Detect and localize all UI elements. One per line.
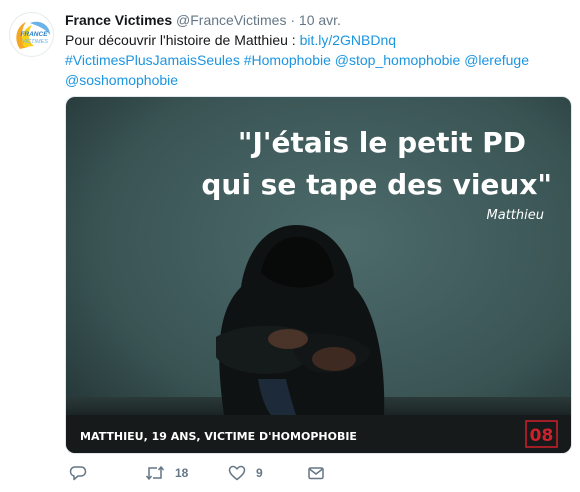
heart-icon bbox=[228, 465, 246, 481]
hashtag-homophobie[interactable]: #Homophobie bbox=[244, 52, 331, 68]
quote-line-1: "J'étais le petit PD bbox=[238, 126, 526, 159]
like-count: 9 bbox=[256, 466, 263, 480]
like-button[interactable]: 9 bbox=[228, 463, 263, 483]
mention-lerefuge[interactable]: @lerefuge bbox=[464, 52, 529, 68]
tweet-intro-text: Pour découvrir l'histoire de Matthieu : bbox=[65, 32, 300, 48]
author-name[interactable]: France Victimes bbox=[65, 12, 172, 28]
tweet-header: France Victimes @FranceVictimes · 10 avr… bbox=[65, 11, 341, 29]
france-victimes-logo: FRANCE VICTIMES bbox=[16, 21, 50, 49]
caption-text: MATTHIEU, 19 ANS, VICTIME D'HOMOPHOBIE bbox=[80, 430, 357, 443]
header-separator: · bbox=[290, 12, 296, 28]
mention-soshomophobie[interactable]: @soshomophobie bbox=[65, 72, 178, 88]
quote-attribution: Matthieu bbox=[487, 208, 544, 223]
tweet-media[interactable]: "J'étais le petit PD qui se tape des vie… bbox=[65, 96, 572, 454]
hashtag-victimes[interactable]: #VictimesPlusJamaisSeules bbox=[65, 52, 240, 68]
direct-message-button[interactable] bbox=[307, 463, 325, 483]
media-image: "J'étais le petit PD qui se tape des vie… bbox=[66, 97, 571, 453]
quote-line-2: qui se tape des vieux" bbox=[201, 168, 552, 201]
tweet-link[interactable]: bit.ly/2GNBDnq bbox=[300, 32, 396, 48]
tweet-actions: 18 9 bbox=[65, 463, 365, 487]
reply-icon bbox=[69, 466, 87, 481]
envelope-icon bbox=[308, 467, 324, 480]
retweet-button[interactable]: 18 bbox=[145, 463, 188, 483]
author-handle[interactable]: @FranceVictimes bbox=[176, 12, 286, 28]
tweet-text: Pour découvrir l'histoire de Matthieu : … bbox=[65, 30, 570, 90]
reply-button[interactable] bbox=[69, 463, 87, 483]
tweet-timestamp[interactable]: 10 avr. bbox=[299, 12, 341, 28]
retweet-count: 18 bbox=[175, 466, 189, 480]
retweet-icon bbox=[145, 465, 165, 481]
mention-stop-homophobie[interactable]: @stop_homophobie bbox=[335, 52, 461, 68]
logo-text-line1: FRANCE bbox=[20, 31, 48, 38]
avatar[interactable]: FRANCE VICTIMES bbox=[9, 12, 54, 57]
channel-logo: 08 bbox=[530, 426, 554, 446]
logo-text-line2: VICTIMES bbox=[22, 39, 48, 45]
